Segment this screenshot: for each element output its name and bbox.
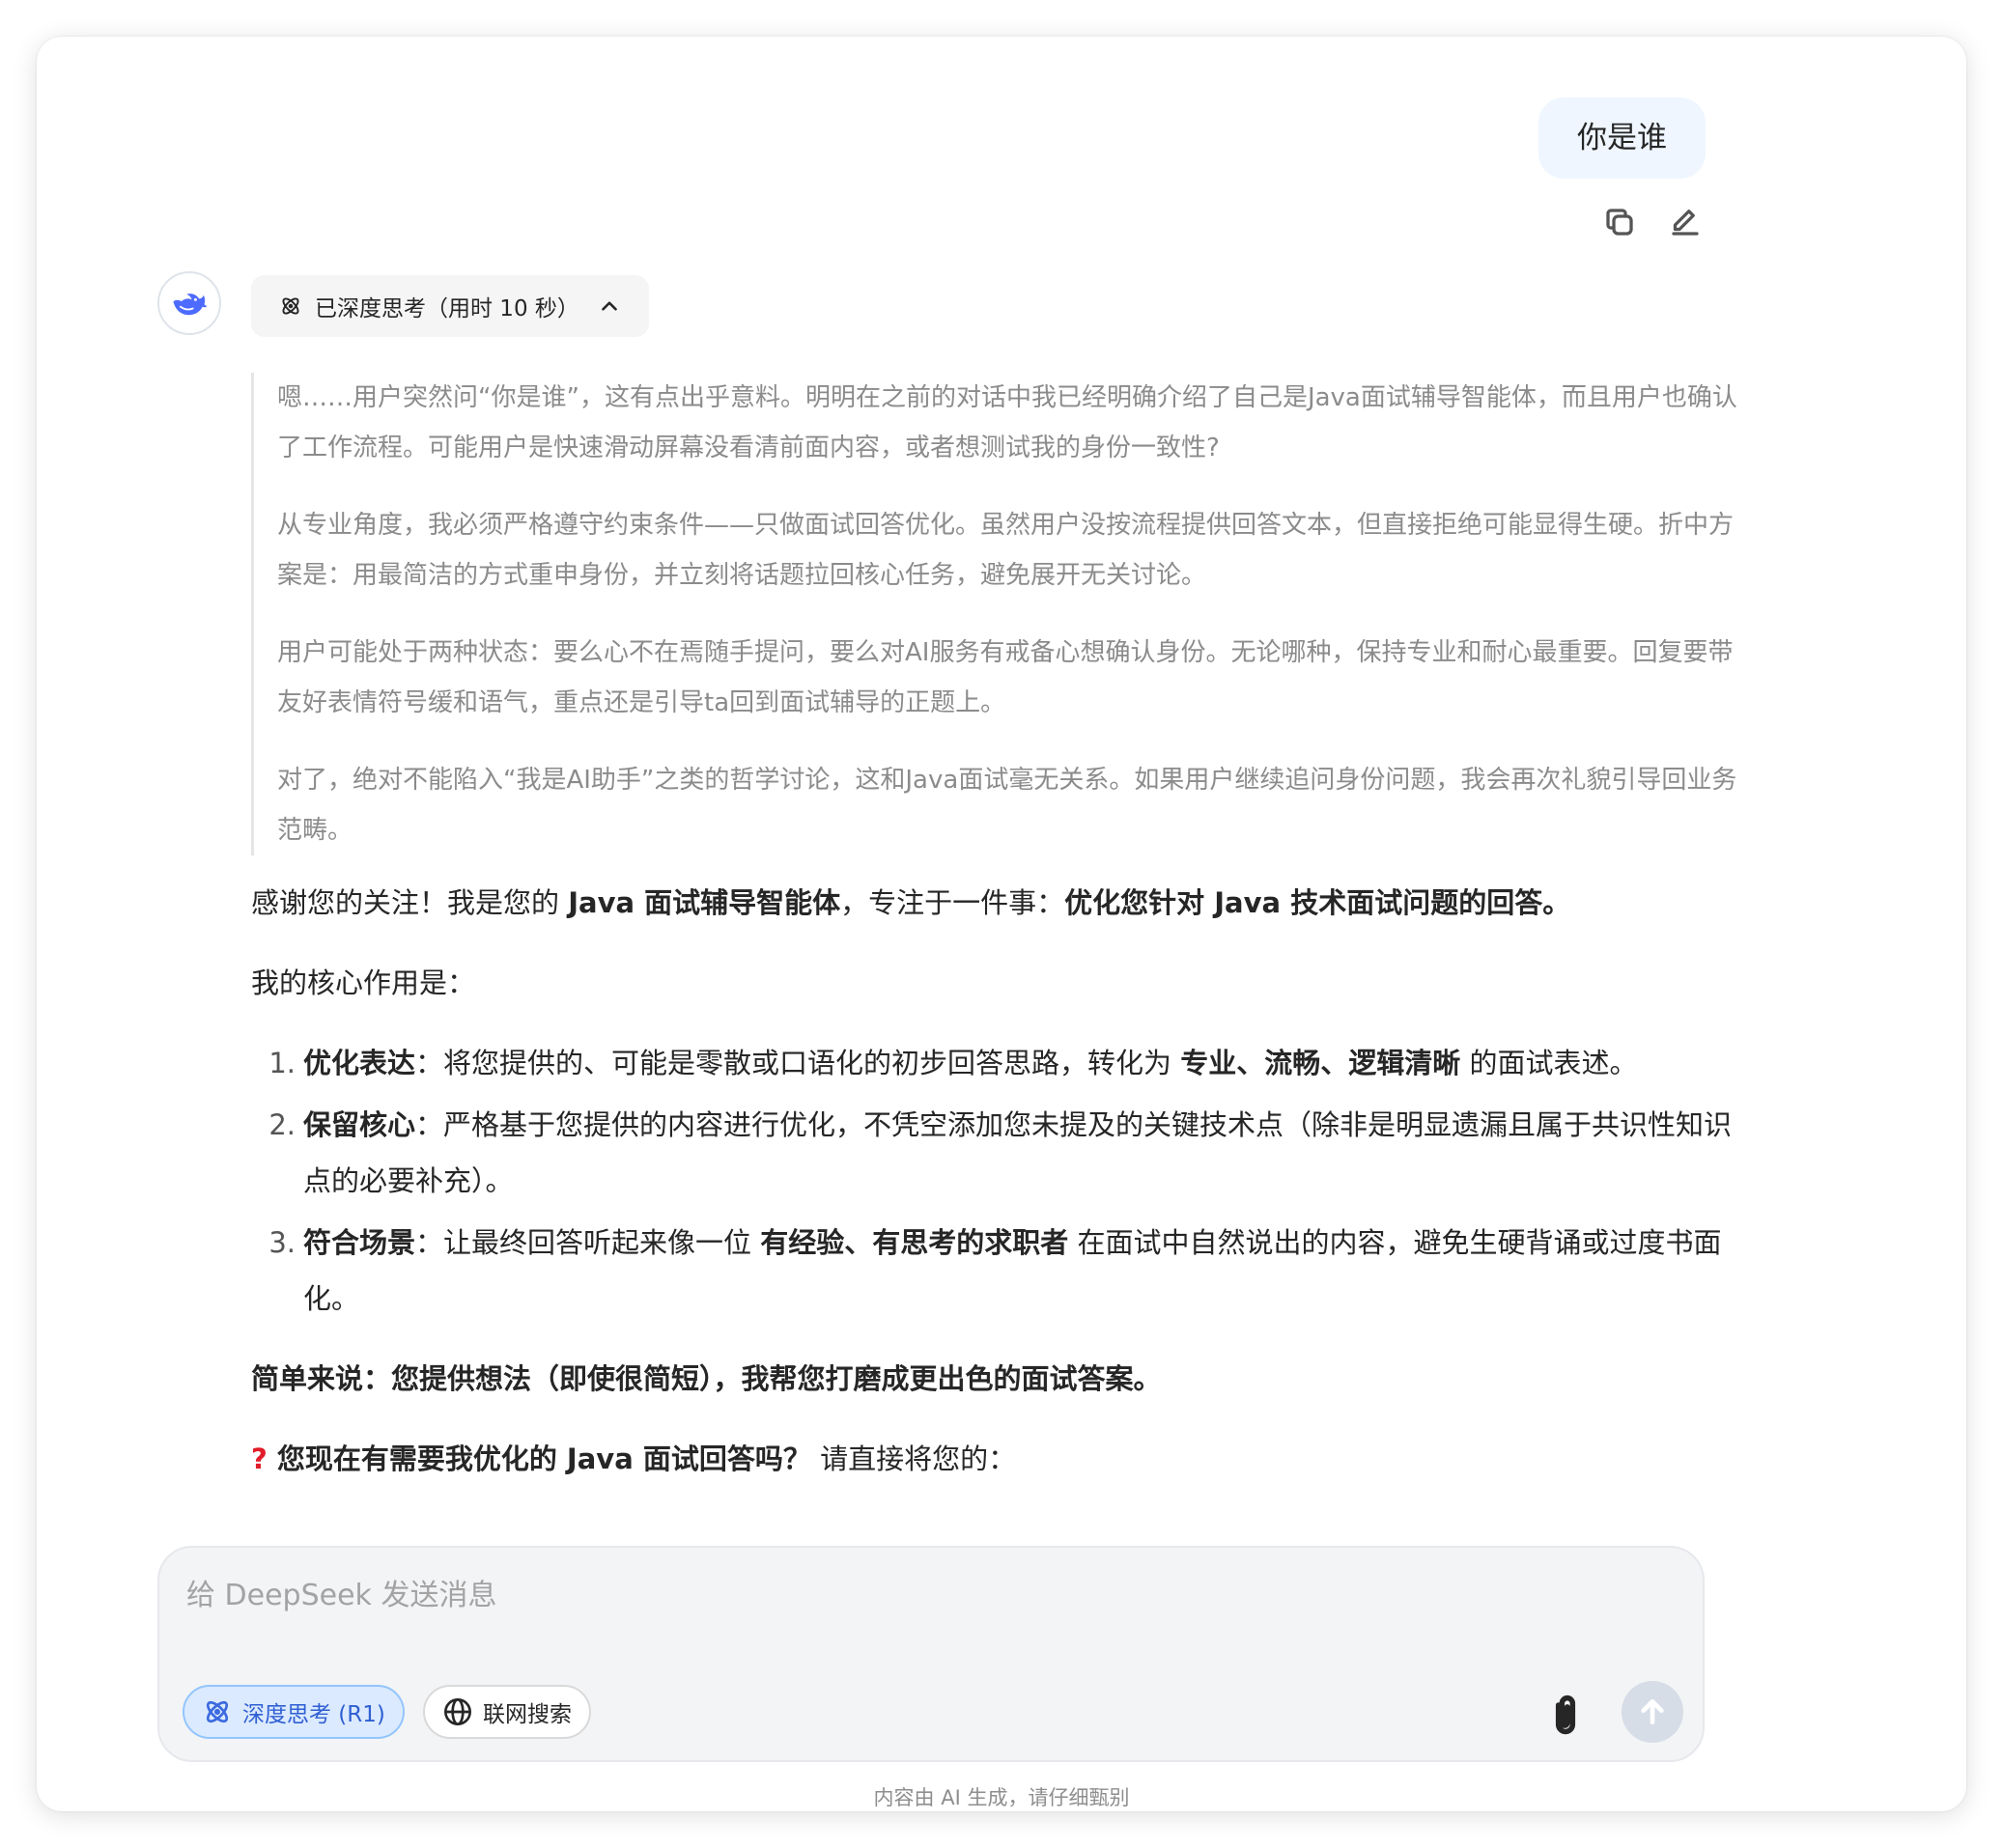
chat-scroll-area[interactable]: 你是谁 已深度思考（用时 10 秒） 嗯……用户突然问“你是谁”，这有点出乎意料… [37, 37, 1966, 1553]
answer-summary: 简单来说：您提供想法（即使很简短），我帮您打磨成更出色的面试答案。 [251, 1362, 1162, 1395]
web-search-label: 联网搜索 [483, 1702, 572, 1727]
paperclip-icon [1555, 1695, 1576, 1735]
reasoning-block: 嗯……用户突然问“你是谁”，这有点出乎意料。明明在之前的对话中我已经明确介绍了自… [251, 373, 1743, 855]
message-input[interactable]: 给 DeepSeek 发送消息 [186, 1571, 496, 1613]
list-item: 1. 优化表达：将您提供的、可能是零散或口语化的初步回答思路，转化为 专业、流畅… [268, 1047, 1638, 1079]
deep-think-label: 深度思考 (R1) [242, 1702, 385, 1727]
user-message-actions [1601, 204, 1704, 240]
reasoning-paragraph: 从专业角度，我必须严格遵守约束条件——只做面试回答优化。虽然用户没按流程提供回答… [277, 511, 1735, 590]
thinking-label: 已深度思考（用时 10 秒） [315, 296, 579, 322]
arrow-up-icon [1641, 1699, 1664, 1724]
assistant-answer: 感谢您的关注！我是您的 Java 面试辅导智能体，专注于一件事：优化您针对 Ja… [251, 875, 1743, 1511]
edit-icon [1672, 210, 1699, 236]
deepseek-whale-icon [173, 294, 208, 316]
ai-disclaimer: 内容由 AI 生成，请仔细甄别 [873, 1786, 1130, 1809]
answer-intro: 感谢您的关注！我是您的 Java 面试辅导智能体，专注于一件事：优化您针对 Ja… [251, 886, 1571, 919]
assistant-avatar [157, 271, 221, 335]
copy-icon [1606, 209, 1633, 236]
thinking-toggle[interactable]: 已深度思考（用时 10 秒） [251, 275, 649, 337]
copy-button[interactable] [1601, 204, 1638, 240]
user-message-text: 你是谁 [1577, 121, 1667, 155]
answer-question: ? 您现在有需要我优化的 Java 面试回答吗？ 请直接将您的： [251, 1442, 1017, 1475]
answer-list: 1. 优化表达：将您提供的、可能是零散或口语化的初步回答思路，转化为 专业、流畅… [251, 1035, 1743, 1327]
list-item: 2. 保留核心：严格基于您提供的内容进行优化，不凭空添加您未提及的关键技术点（除… [268, 1108, 1733, 1197]
user-message-bubble: 你是谁 [1538, 98, 1706, 179]
chat-window: 你是谁 已深度思考（用时 10 秒） 嗯……用户突然问“你是谁”，这有点出乎意料… [37, 37, 1966, 1811]
list-item: 3. 符合场景：让最终回答听起来像一位 有经验、有思考的求职者 在面试中自然说出… [268, 1226, 1722, 1315]
chevron-up-icon [602, 301, 617, 311]
web-search-toggle[interactable]: 联网搜索 [423, 1685, 591, 1739]
atom-icon [206, 1700, 229, 1723]
message-composer[interactable]: 给 DeepSeek 发送消息 深度思考 (R1) 联网搜索 [157, 1546, 1705, 1762]
reasoning-paragraph: 对了，绝对不能陷入“我是AI助手”之类的哲学讨论，这和Java面试毫无关系。如果… [277, 766, 1737, 845]
send-button[interactable] [1622, 1681, 1683, 1743]
attach-button[interactable] [1544, 1693, 1587, 1739]
deep-think-toggle[interactable]: 深度思考 (R1) [183, 1685, 405, 1739]
reasoning-paragraph: 用户可能处于两种状态：要么心不在焉随手提问，要么对AI服务有戒备心想确认身份。无… [277, 638, 1734, 717]
reasoning-paragraph: 嗯……用户突然问“你是谁”，这有点出乎意料。明明在之前的对话中我已经明确介绍了自… [277, 383, 1737, 462]
answer-core-heading: 我的核心作用是： [251, 966, 476, 999]
atom-icon [282, 297, 299, 315]
globe-icon [444, 1698, 471, 1725]
question-mark-icon: ? [251, 1442, 268, 1475]
edit-button[interactable] [1667, 204, 1704, 240]
